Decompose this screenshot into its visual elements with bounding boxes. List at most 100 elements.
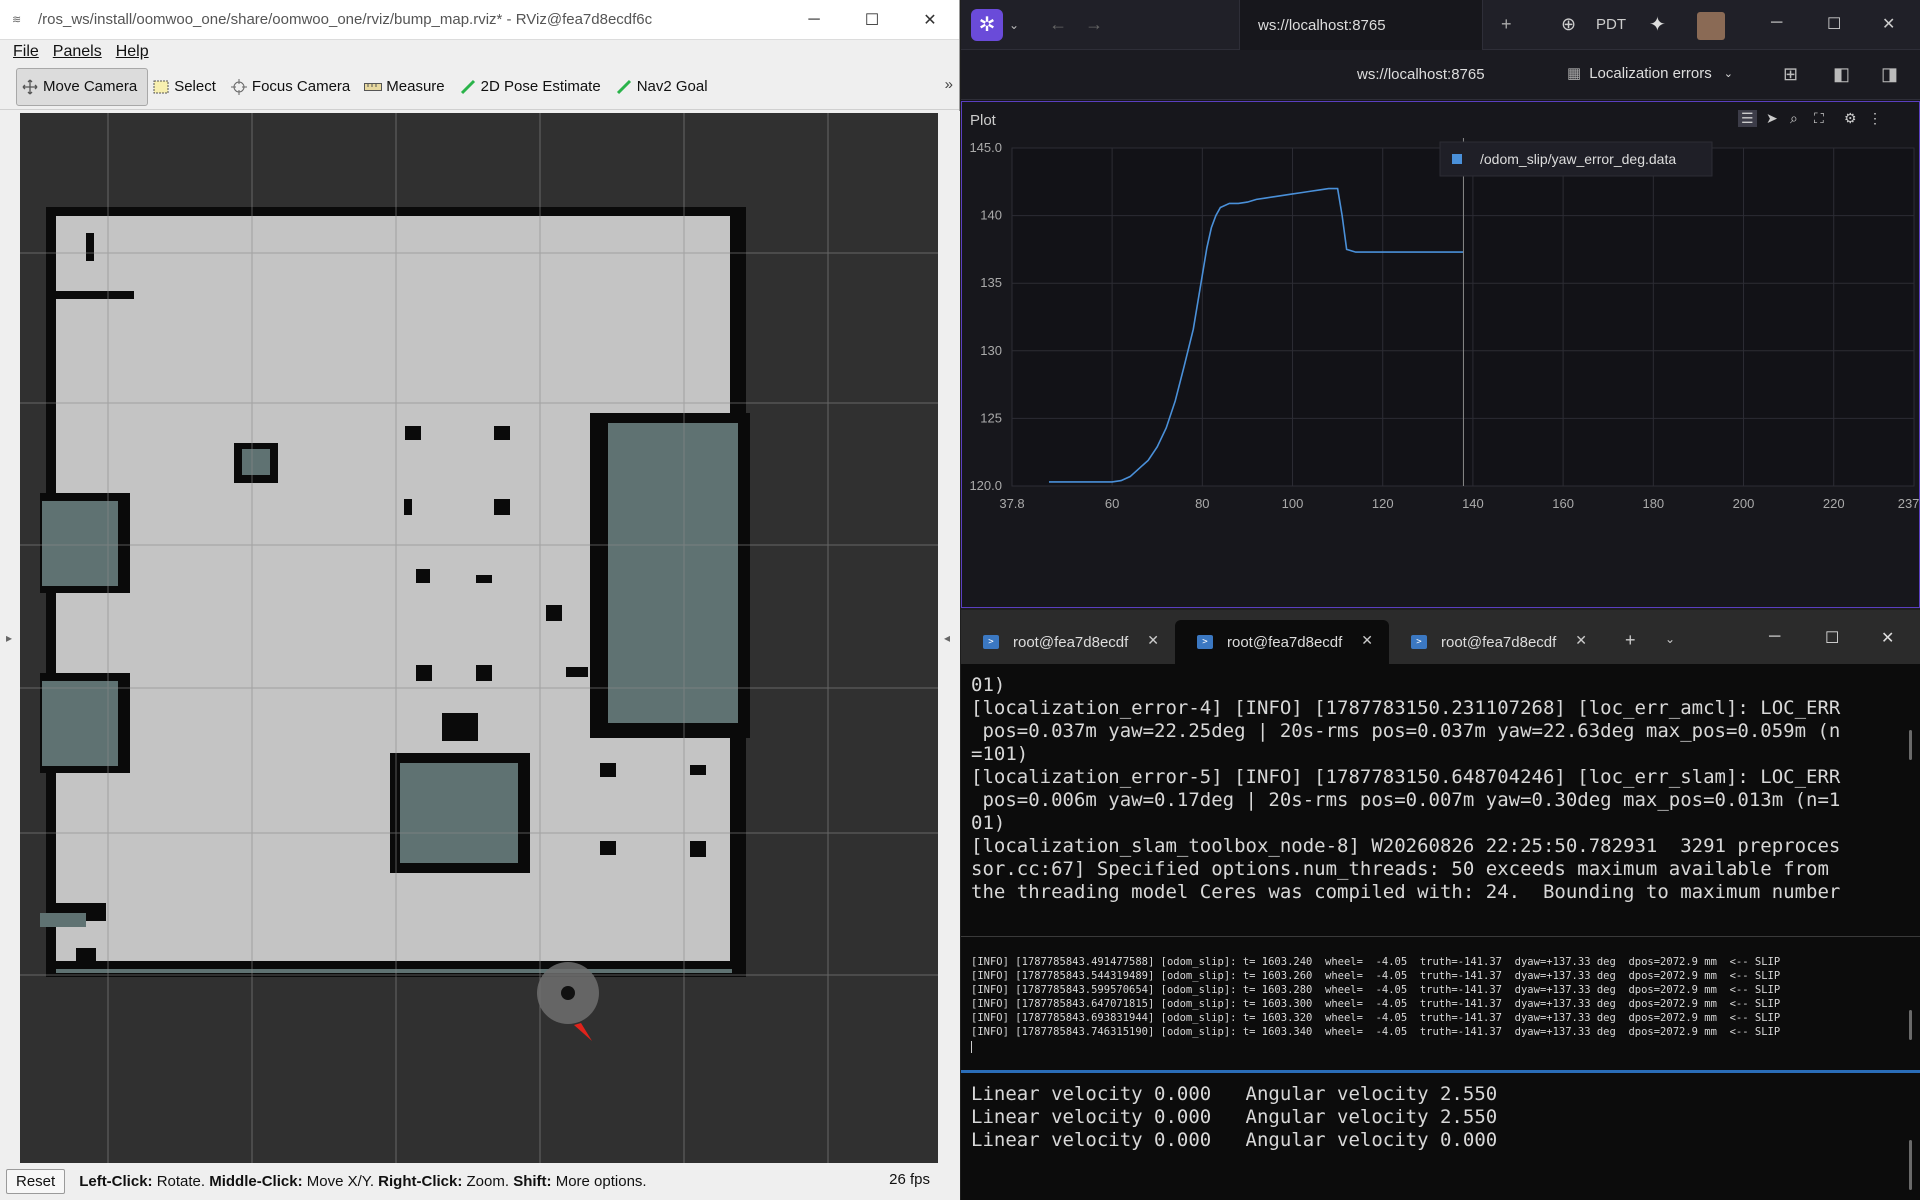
measure-tool[interactable]: Measure	[360, 68, 454, 106]
velocity-line: Linear velocity 0.000 Angular velocity 2…	[971, 1083, 1498, 1105]
x-tick-label: 80	[1195, 496, 1209, 511]
avatar[interactable]	[1697, 12, 1725, 40]
terminal-pane-odom-slip[interactable]: [INFO] [1787785843.491477588] [odom_slip…	[961, 936, 1920, 1068]
scrollbar-pane2[interactable]	[1909, 1010, 1912, 1040]
plot-panel: Plot ☰ ➤ ⌕ ⛶ ⚙ ⋮ 37.8 60 80 100 120 140 160 180…	[961, 101, 1920, 608]
panel-menu-icon[interactable]: ⋮	[1868, 110, 1882, 127]
sparkle-icon[interactable]: ✦	[1649, 12, 1666, 37]
reset-view-icon[interactable]: ⛶	[1814, 110, 1824, 127]
nav2-goal-tool[interactable]: Nav2 Goal	[611, 68, 718, 106]
move-camera-tool[interactable]: Move Camera	[16, 67, 149, 106]
terminal-tab-label: root@fea7d8ecdf	[1013, 633, 1129, 651]
x-tick-label: 120	[1372, 496, 1394, 511]
terminal-line: sor.cc:67] Specified options.num_threads…	[971, 858, 1829, 880]
toolbar-overflow-icon[interactable]: »	[945, 76, 953, 93]
plot-chart[interactable]: 37.8 60 80 100 120 140 160 180 200 220 237.8 120.0 1…	[962, 138, 1919, 608]
pose-estimate-label: 2D Pose Estimate	[480, 78, 601, 95]
maximize-button[interactable]: ☐	[843, 0, 901, 40]
terminal-tab-3[interactable]: > root@fea7d8ecdf ✕	[1389, 620, 1603, 664]
measure-icon	[364, 78, 383, 96]
layout-icon: ▦	[1567, 65, 1582, 82]
rviz-app-icon: ≋	[12, 13, 22, 26]
select-icon	[152, 78, 170, 96]
minimize-button[interactable]: ─	[785, 0, 843, 40]
foxglove-topbar: ✲ ⌄ ← → ws://localhost:8765 + ⊕ PDT ✦ ─ …	[961, 0, 1920, 50]
right-sidebar-icon[interactable]: ◨	[1881, 64, 1898, 85]
reset-button[interactable]: Reset	[6, 1169, 66, 1194]
close-button[interactable]: ✕	[1881, 628, 1894, 648]
pose-estimate-tool[interactable]: 2D Pose Estimate	[455, 68, 611, 106]
menu-panels[interactable]: Panels	[53, 43, 102, 61]
focus-camera-icon	[230, 78, 248, 96]
terminal-tab-label: root@fea7d8ecdf	[1441, 633, 1557, 651]
minimize-button[interactable]: ─	[1771, 14, 1782, 32]
foxglove-logo-icon[interactable]: ✲	[971, 8, 1003, 41]
globe-icon[interactable]: ⊕	[1561, 14, 1576, 35]
close-button[interactable]: ✕	[1882, 14, 1895, 34]
terminal-window: > root@fea7d8ecdf ✕ > root@fea7d8ecdf ✕ > roo…	[961, 610, 1920, 1200]
menu-help[interactable]: Help	[116, 43, 149, 61]
terminal-tab-2[interactable]: > root@fea7d8ecdf ✕	[1175, 620, 1389, 664]
minimize-button[interactable]: ─	[1769, 628, 1780, 646]
x-tick-label: 140	[1462, 496, 1484, 511]
x-tick-label: 160	[1552, 496, 1574, 511]
scrollbar-pane1[interactable]	[1909, 730, 1912, 760]
foxglove-window: ✲ ⌄ ← → ws://localhost:8765 + ⊕ PDT ✦ ─ …	[961, 0, 1920, 608]
3d-viewport[interactable]	[20, 113, 938, 1163]
maximize-button[interactable]: ☐	[1825, 628, 1839, 648]
new-tab-icon[interactable]: +	[1501, 14, 1512, 35]
nav2-goal-icon	[615, 78, 633, 96]
forward-arrow-icon[interactable]: →	[1085, 14, 1103, 35]
pose-estimate-icon	[459, 78, 477, 96]
back-arrow-icon[interactable]: ←	[1049, 14, 1067, 35]
right-dock-arrow-icon[interactable]: ◂	[944, 631, 950, 645]
left-dock-arrow-icon[interactable]: ▸	[6, 631, 12, 645]
terminal-line: 01)	[971, 812, 1006, 834]
move-camera-icon	[21, 78, 39, 96]
scrollbar-pane3[interactable]	[1909, 1140, 1912, 1190]
pointer-icon[interactable]: ➤	[1766, 110, 1778, 127]
zoom-icon[interactable]: ⌕	[1790, 110, 1798, 127]
velocity-line: Linear velocity 0.000 Angular velocity 0…	[971, 1129, 1498, 1151]
close-tab-icon[interactable]: ✕	[1361, 632, 1373, 649]
x-tick-label: 37.8	[999, 496, 1024, 511]
terminal-line: pos=0.006m yaw=0.17deg | 20s-rms pos=0.0…	[971, 789, 1841, 811]
legend-label: /odom_slip/yaw_error_deg.data	[1480, 151, 1676, 167]
y-tick-label: 125	[980, 410, 1002, 425]
left-sidebar-icon[interactable]: ◧	[1833, 64, 1850, 85]
settings-gear-icon[interactable]: ⚙	[1844, 110, 1857, 127]
y-tick-label: 145.0	[969, 140, 1002, 155]
close-tab-icon[interactable]: ✕	[1147, 632, 1159, 649]
focus-camera-tool[interactable]: Focus Camera	[226, 68, 360, 106]
timezone-label[interactable]: PDT	[1596, 16, 1626, 33]
layout-selector[interactable]: ▦ Localization errors ⌄	[1567, 64, 1733, 83]
tab-dropdown-chevron-icon[interactable]: ⌄	[1665, 632, 1675, 646]
powershell-icon: >	[1197, 635, 1213, 649]
x-tick-label: 200	[1733, 496, 1755, 511]
new-tab-icon[interactable]: +	[1625, 630, 1636, 651]
terminal-tab-1[interactable]: > root@fea7d8ecdf ✕	[961, 620, 1175, 664]
legend-toggle-icon[interactable]: ☰	[1738, 110, 1757, 127]
foxglove-tab[interactable]: ws://localhost:8765	[1239, 0, 1483, 50]
select-tool[interactable]: Select	[148, 68, 226, 106]
app-menu-chevron-icon[interactable]: ⌄	[1009, 18, 1019, 32]
menu-file[interactable]: File	[13, 43, 39, 61]
terminal-pane-localization[interactable]: 01) [localization_error-4] [INFO] [178778…	[961, 664, 1920, 934]
viewport-area: ▸ ◂	[0, 111, 960, 1163]
add-panel-icon[interactable]: ⊞	[1783, 64, 1798, 85]
close-tab-icon[interactable]: ✕	[1575, 632, 1587, 649]
connection-label[interactable]: ws://localhost:8765	[1357, 66, 1485, 83]
maximize-button[interactable]: ☐	[1827, 14, 1841, 34]
log-line: [INFO] [1787785843.647071815] [odom_slip…	[971, 998, 1781, 1010]
terminal-tab-label: root@fea7d8ecdf	[1227, 633, 1343, 651]
legend-swatch	[1452, 154, 1462, 164]
rviz-toolbar: Move Camera Select Focus Camera Measure …	[0, 64, 959, 110]
foxglove-tab-title: ws://localhost:8765	[1258, 16, 1386, 34]
terminal-line: =101)	[971, 743, 1029, 765]
terminal-line: [localization_error-4] [INFO] [178778315…	[971, 697, 1841, 719]
occupancy-map	[20, 113, 938, 1163]
terminal-pane-velocity[interactable]: Linear velocity 0.000 Angular velocity 2…	[961, 1070, 1920, 1200]
y-tick-label: 140	[980, 208, 1002, 223]
log-line: [INFO] [1787785843.599570654] [odom_slip…	[971, 984, 1781, 996]
close-button[interactable]: ✕	[901, 0, 959, 40]
